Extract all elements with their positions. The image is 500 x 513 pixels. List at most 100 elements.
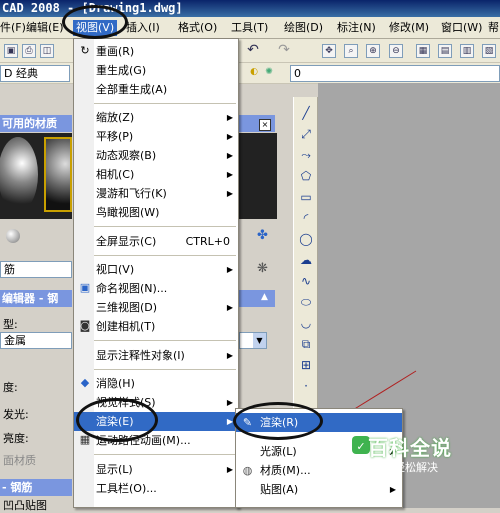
submenu-item-label: 贴图(A) xyxy=(260,483,299,496)
menu-window[interactable]: 窗口(W) xyxy=(441,20,482,36)
annotation-circle-render-item xyxy=(76,398,158,442)
sphere-icon[interactable] xyxy=(6,229,20,243)
template-value: 金属 xyxy=(4,334,26,347)
collapse-icon[interactable]: ▲ xyxy=(261,292,268,302)
menu-item-hide[interactable]: ◆ 消隐(H) xyxy=(74,374,238,393)
properties-icon[interactable]: ▦ xyxy=(416,44,430,58)
material-swatches xyxy=(0,133,72,219)
menu-item-named-views[interactable]: ▣ 命名视图(N)... xyxy=(74,279,238,298)
submenu-arrow-icon: ▶ xyxy=(226,170,233,179)
named-views-icon: ▣ xyxy=(79,281,91,294)
menu-insert[interactable]: 插入(I) xyxy=(126,20,160,36)
submenu-arrow-icon: ▶ xyxy=(226,465,233,474)
menu-item-clean-screen[interactable]: 全屏显示(C) CTRL+0 xyxy=(74,232,238,251)
ellipse-arc-icon[interactable]: ◡ xyxy=(298,315,314,331)
materials-palette: 可用的材质 筋 编辑器 - 钢 型: 金属 度: 发光: 亮度: 面材质 - 钢… xyxy=(0,95,72,512)
polygon-icon[interactable]: ⬠ xyxy=(298,168,314,184)
preview-icon[interactable]: ◫ xyxy=(40,44,54,58)
material-library-icon[interactable]: ❋ xyxy=(257,261,268,276)
layer-combo[interactable]: 0 xyxy=(290,65,500,82)
template-combo[interactable]: 金属 xyxy=(0,332,72,349)
menu-item-camera[interactable]: 相机(C) ▶ xyxy=(74,165,238,184)
menu-item-walk-fly[interactable]: 漫游和飞行(K) ▶ xyxy=(74,184,238,203)
revision-cloud-icon[interactable]: ☁ xyxy=(298,252,314,268)
polyline-icon[interactable]: ⤳ xyxy=(298,147,314,163)
available-materials-title: 可用的材质 xyxy=(0,115,72,132)
watermark-subtext: 助你轻松解决 xyxy=(372,461,438,474)
submenu-item-label: 材质(M)... xyxy=(260,464,311,477)
menu-item-label: 消隐(H) xyxy=(96,377,135,390)
menu-separator xyxy=(94,226,236,227)
point-icon[interactable]: · xyxy=(298,378,314,394)
material-options-icon[interactable]: ✤ xyxy=(257,228,268,243)
make-block-icon[interactable]: ⊞ xyxy=(298,357,314,373)
circle-icon[interactable]: ◯ xyxy=(298,231,314,247)
arc-icon[interactable]: ◜ xyxy=(298,210,314,226)
line-icon[interactable]: ╱ xyxy=(298,105,314,121)
menu-tools[interactable]: 工具(T) xyxy=(231,20,268,36)
menu-format[interactable]: 格式(O) xyxy=(178,20,217,36)
redo-icon[interactable]: ↷ xyxy=(277,43,291,58)
submenu-item-mapping[interactable]: 贴图(A) ▶ xyxy=(236,480,402,499)
workspace-combo[interactable]: D 经典 xyxy=(0,65,70,82)
menu-item-orbit[interactable]: 动态观察(B) ▶ xyxy=(74,146,238,165)
material-name-field[interactable]: 筋 xyxy=(0,261,72,278)
red-line[interactable] xyxy=(347,370,417,414)
menu-item-redraw[interactable]: ↻ 重画(R) xyxy=(74,42,238,61)
print-icon[interactable]: ⎙ xyxy=(22,44,36,58)
menu-item-label: 漫游和飞行(K) xyxy=(96,187,167,200)
menu-file[interactable]: 件(F) xyxy=(0,20,26,36)
menu-edit[interactable]: 编辑(E) xyxy=(26,20,64,36)
construction-line-icon[interactable]: ⤢ xyxy=(298,126,314,142)
ellipse-icon[interactable]: ⬭ xyxy=(298,294,314,310)
menu-item-create-camera[interactable]: ◙ 创建相机(T) xyxy=(74,317,238,336)
menu-item-label: 工具栏(O)... xyxy=(96,482,157,495)
menu-item-regen[interactable]: 重生成(G) xyxy=(74,61,238,80)
menu-item-pan[interactable]: 平移(P) ▶ xyxy=(74,127,238,146)
menu-draw[interactable]: 绘图(D) xyxy=(284,20,323,36)
annotation-circle-render-submenu xyxy=(233,402,323,440)
sheet-set-icon[interactable]: ▧ xyxy=(482,44,496,58)
menu-item-regenall[interactable]: 全部重生成(A) xyxy=(74,80,238,99)
tool-palettes-icon[interactable]: ▥ xyxy=(460,44,474,58)
menu-item-toolbars[interactable]: 工具栏(O)... xyxy=(74,479,238,498)
menu-item-zoom[interactable]: 缩放(Z) ▶ xyxy=(74,108,238,127)
menu-item-3d-views[interactable]: 三维视图(D) ▶ xyxy=(74,298,238,317)
undo-icon[interactable]: ↶ xyxy=(246,43,260,58)
menu-item-label: 显示(L) xyxy=(96,463,133,476)
menu-modify[interactable]: 修改(M) xyxy=(389,20,429,36)
menu-item-annotative-objects[interactable]: 显示注释性对象(I) ▶ xyxy=(74,346,238,365)
palette-swatch-strip xyxy=(239,133,277,219)
shininess-label: 度: xyxy=(3,381,18,394)
save-icon[interactable]: ▣ xyxy=(4,44,18,58)
menu-item-viewports[interactable]: 视口(V) ▶ xyxy=(74,260,238,279)
menu-dimension[interactable]: 标注(N) xyxy=(337,20,376,36)
material-name-value: 筋 xyxy=(4,263,15,276)
menu-item-label: 显示注释性对象(I) xyxy=(96,349,185,362)
material-sphere-preview[interactable] xyxy=(0,137,38,212)
menu-item-display[interactable]: 显示(L) ▶ xyxy=(74,460,238,479)
two-sided-label: 面材质 xyxy=(3,454,36,467)
submenu-arrow-icon: ▶ xyxy=(226,303,233,312)
design-center-icon[interactable]: ▤ xyxy=(438,44,452,58)
menu-item-label: 动态观察(B) xyxy=(96,149,157,162)
zoom-realtime-icon[interactable]: ⌕ xyxy=(344,44,358,58)
layer-state-icon[interactable]: ◐ xyxy=(247,66,261,80)
menu-item-aerial-view[interactable]: 鸟瞰视图(W) xyxy=(74,203,238,222)
submenu-arrow-icon: ▶ xyxy=(226,189,233,198)
template-combo-strip[interactable]: ▼ xyxy=(239,332,267,349)
close-icon[interactable]: × xyxy=(259,119,271,131)
material-sphere-selected[interactable] xyxy=(44,137,72,212)
submenu-item-label: 光源(L) xyxy=(260,445,297,458)
insert-block-icon[interactable]: ⧉ xyxy=(298,336,314,352)
spline-icon[interactable]: ∿ xyxy=(298,273,314,289)
menu-item-label: 三维视图(D) xyxy=(96,301,158,314)
menu-item-label: 全屏显示(C) xyxy=(96,235,157,248)
zoom-previous-icon[interactable]: ⊖ xyxy=(389,44,403,58)
map-section-title: - 钢筋 xyxy=(0,479,72,496)
rectangle-icon[interactable]: ▭ xyxy=(298,189,314,205)
pan-icon[interactable]: ✥ xyxy=(322,44,336,58)
zoom-window-icon[interactable]: ⊕ xyxy=(366,44,380,58)
menu-help[interactable]: 帮 xyxy=(488,20,499,36)
layer-freeze-icon[interactable]: ✺ xyxy=(262,66,276,80)
